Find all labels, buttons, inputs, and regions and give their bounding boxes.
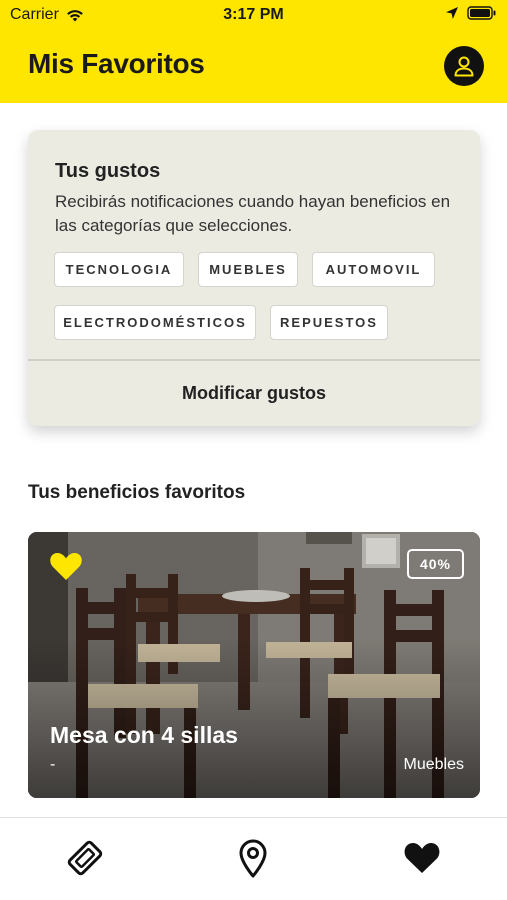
favorites-section-title: Tus beneficios favoritos xyxy=(28,482,246,503)
heart-icon xyxy=(404,843,440,873)
page-title: Mis Favoritos xyxy=(28,48,205,79)
category-chip-muebles[interactable]: MUEBLES xyxy=(198,252,298,287)
category-chip-electrodomesticos[interactable]: ELECTRODOMÉSTICOS xyxy=(54,305,256,340)
benefit-card[interactable]: 40% Mesa con 4 sillas - Muebles xyxy=(28,532,480,798)
category-chip-repuestos[interactable]: REPUESTOS xyxy=(270,305,388,340)
category-chip-tecnologia[interactable]: TECNOLOGIA xyxy=(54,252,184,287)
benefit-category: Muebles xyxy=(403,756,464,773)
modify-preferences-button[interactable]: Modificar gustos xyxy=(28,361,480,426)
category-chip-automovil[interactable]: AUTOMOVIL xyxy=(312,252,435,287)
tab-favorites[interactable] xyxy=(398,836,446,880)
benefit-title: Mesa con 4 sillas xyxy=(50,722,238,748)
battery-icon xyxy=(467,6,496,20)
tab-benefits[interactable] xyxy=(61,836,109,880)
favorite-heart-icon[interactable] xyxy=(49,551,83,581)
profile-button[interactable] xyxy=(444,46,484,86)
tab-bar xyxy=(0,817,507,900)
discount-badge: 40% xyxy=(407,549,464,579)
tab-map[interactable] xyxy=(229,836,277,880)
benefit-subtitle: - xyxy=(50,756,56,773)
user-icon xyxy=(454,56,474,77)
map-pin-icon xyxy=(239,839,267,878)
coupon-ticket-icon xyxy=(67,840,103,876)
location-arrow-icon xyxy=(446,7,458,19)
status-bar: Carrier 3:17 PM xyxy=(0,0,507,30)
status-icons-group xyxy=(445,6,497,20)
header: Mis Favoritos xyxy=(0,30,507,103)
preferences-card: Tus gustos Recibirás notificaciones cuan… xyxy=(28,130,480,426)
preferences-description: Recibirás notificaciones cuando hayan be… xyxy=(55,192,451,235)
status-time: 3:17 PM xyxy=(223,6,284,23)
preferences-title: Tus gustos xyxy=(55,160,161,182)
